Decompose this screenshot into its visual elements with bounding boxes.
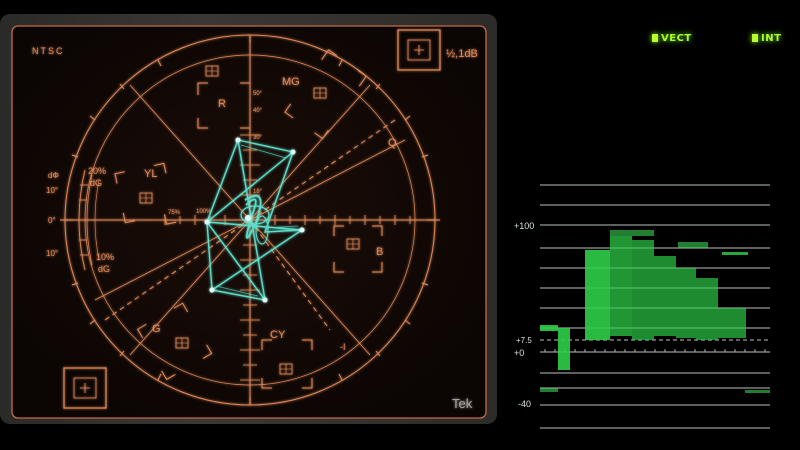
dg-label-top: dG: [90, 178, 102, 188]
target-label-mg: MG: [282, 76, 300, 88]
dphi-label: dΦ: [48, 171, 59, 180]
vect-indicator[interactable]: VECT: [652, 33, 692, 44]
waveform-monitor: +100 +7.5 +0 -40: [514, 184, 770, 429]
waveform-trace: [540, 236, 748, 370]
dphi-tick-10-bottom: 10°: [46, 249, 58, 258]
target-label-g: G: [152, 323, 161, 335]
scale-label-minus-40: -40: [518, 399, 531, 409]
brand-logo-tek: Tek: [452, 396, 473, 411]
dg-percent-bottom: 10%: [96, 252, 114, 262]
scale-label-100: +100: [514, 221, 534, 231]
scale-label-7-5: +7.5: [516, 336, 532, 345]
dg-percent-top: 20%: [88, 166, 106, 176]
degree-label-18: 18°: [253, 189, 263, 195]
target-label-cy: CY: [270, 329, 286, 341]
target-label-b: B: [376, 246, 383, 258]
target-label-yl: YL: [144, 168, 157, 180]
percent-label-75: 75%: [168, 210, 181, 216]
dphi-tick-10-top: 10°: [46, 186, 58, 195]
int-indicator[interactable]: INT: [752, 33, 781, 44]
gain-label: ½,1dB: [446, 48, 478, 60]
photo-frame: NTSC ½,1dB Tek R MG B CY G YL Q -I 50° 4…: [0, 0, 800, 450]
target-label-r: R: [218, 98, 226, 110]
degree-label-40: 40°: [253, 108, 263, 114]
degree-label-30: 30°: [253, 135, 263, 141]
dg-label-bottom: dG: [98, 264, 110, 274]
mode-label: NTSC: [32, 46, 65, 56]
dphi-tick-0: 0°: [48, 216, 56, 225]
degree-label-50: 50°: [253, 91, 263, 97]
vect-led-icon: [652, 34, 658, 42]
int-led-icon: [752, 34, 758, 42]
scale-label-0: +0: [514, 348, 524, 358]
axis-label-minus-i: -I: [340, 342, 346, 352]
axis-label-q: Q: [388, 137, 397, 149]
